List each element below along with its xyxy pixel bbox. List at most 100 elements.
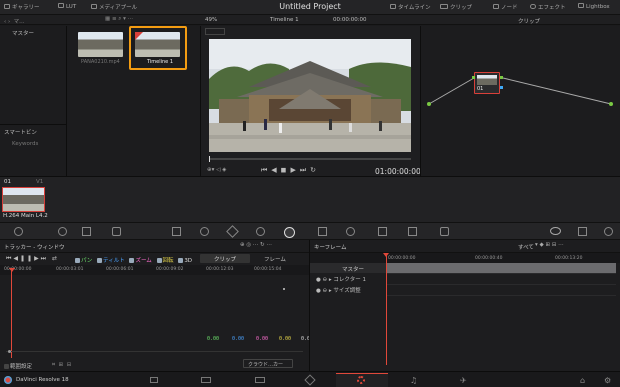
clip-menu[interactable]: クリップ xyxy=(518,17,540,25)
info-icon[interactable] xyxy=(604,227,613,236)
color-wheels-icon[interactable] xyxy=(14,227,23,236)
node-output-port-icon[interactable] xyxy=(500,76,503,79)
window-icon[interactable] xyxy=(256,227,265,236)
magic-mask-icon[interactable] xyxy=(318,227,327,236)
tilt-checkbox[interactable] xyxy=(97,258,103,263)
waveform-icon[interactable] xyxy=(578,227,587,236)
rotate-checkbox[interactable] xyxy=(156,258,162,263)
scopes-eye-icon[interactable] xyxy=(550,227,561,235)
deliver-page-icon[interactable]: ✈ xyxy=(460,376,467,385)
curves-icon[interactable] xyxy=(172,227,181,236)
gallery-button[interactable]: ギャラリー xyxy=(4,3,40,11)
keyframe-playhead[interactable] xyxy=(386,253,387,365)
primaries-icon[interactable] xyxy=(58,227,67,236)
fairlight-page-icon[interactable]: ♫ xyxy=(410,376,417,385)
track-toggles[interactable]: パン ティルト ズーム 回転 3D xyxy=(75,256,192,264)
tracker-icon[interactable] xyxy=(284,227,295,238)
media-page-icon[interactable] xyxy=(150,377,158,383)
keyframe-title: キーフレーム xyxy=(314,245,347,251)
transport-controls[interactable]: ⏮◀◼▶⏭↻ xyxy=(261,166,320,175)
effects-icon xyxy=(530,4,536,9)
scrub-playhead[interactable] xyxy=(209,156,210,162)
keyframe-ruler[interactable]: 00:00:00:00 00:00:00:40 00:00:13:20 xyxy=(310,253,620,263)
nodes-button[interactable]: ノード xyxy=(493,3,518,11)
timeline-corner-icon xyxy=(135,32,143,40)
viewer-options-icon[interactable]: ⊕▾ ◁ ◈ xyxy=(207,167,226,173)
timeline-button[interactable]: タイムライン xyxy=(390,3,431,11)
viewer-panel: ⊕▾ ◁ ◈ ⏮◀◼▶⏭↻ 01:00:00:00 xyxy=(201,26,421,176)
keyframe-track-sizing[interactable]: ● ⊖ ▸ サイズ調整 xyxy=(316,286,361,294)
viewer-timecode: 01:00:00:00 xyxy=(375,167,421,176)
tracker-scroll-handle[interactable] xyxy=(8,350,11,353)
viewer-image xyxy=(209,39,411,152)
keyframe-filter[interactable]: すべて xyxy=(518,243,534,251)
tracker-playhead-marker xyxy=(9,268,15,272)
clip-strip: 01 V1 H.264 Main L4.2 xyxy=(0,177,620,222)
clip-strip-thumbnail[interactable] xyxy=(2,187,45,212)
tracker-ruler[interactable]: 00:00:00:00 00:00:03:01 00:00:06:01 00:0… xyxy=(0,265,309,275)
palette-toolbar xyxy=(0,222,620,240)
cut-page-icon[interactable] xyxy=(201,377,211,383)
tab-clip[interactable]: クリップ xyxy=(200,254,250,263)
3d-icon[interactable] xyxy=(440,227,449,236)
track-buttons[interactable]: ⏮◀❚❚▶⏭ ⇄ xyxy=(6,255,59,263)
rgb-mixer-icon[interactable] xyxy=(112,227,121,236)
media-pool-grid: PANA0210.mp4 Timeline 1 xyxy=(67,26,200,176)
secondary-toolbar: ‹ › マ… ▦ ≡ ⌕ ▾ ⋯ 49% Timeline 1 00:00:00… xyxy=(0,15,620,25)
keyframe-track-corrector[interactable]: ● ⊖ ▸ コレクター 1 xyxy=(316,275,366,283)
resolve-logo xyxy=(4,376,12,384)
interactive-mode[interactable]: 範囲設定 xyxy=(4,362,32,370)
tracker-tool-icons[interactable]: ⌗ ⊞ ⊟ xyxy=(52,362,71,369)
lut-button[interactable]: LUT xyxy=(58,3,76,10)
keyframe-filter-icons[interactable]: ▾ ◆ ⊞ ⊟ ⋯ xyxy=(535,242,564,248)
viewer-mode-icon[interactable] xyxy=(205,28,225,35)
clip-number: 01 xyxy=(4,179,11,185)
bin-path[interactable]: ‹ › マ… xyxy=(4,17,25,25)
node-output-icon[interactable] xyxy=(609,102,613,106)
pool-view-icons[interactable]: ▦ ≡ ⌕ ▾ ⋯ xyxy=(105,16,133,23)
fusion-page-icon[interactable] xyxy=(304,374,316,386)
pan-checkbox[interactable] xyxy=(75,258,80,263)
qualifier-icon[interactable] xyxy=(226,225,239,238)
keywords-bin[interactable]: Keywords xyxy=(12,141,38,147)
settings-gear-icon[interactable]: ⚙ xyxy=(604,376,611,385)
interactive-checkbox[interactable] xyxy=(4,364,9,369)
timeline-selector[interactable]: Timeline 1 xyxy=(270,17,299,23)
key-icon[interactable] xyxy=(378,227,387,236)
track-point xyxy=(283,288,285,290)
clip-thumbnail[interactable] xyxy=(78,32,123,57)
blur-icon[interactable] xyxy=(346,227,355,236)
node-input-icon[interactable] xyxy=(472,76,475,79)
node-corrector[interactable]: 01 xyxy=(474,72,500,94)
sizing-icon[interactable] xyxy=(408,227,417,236)
clips-icon xyxy=(440,4,448,9)
app-name: DaVinci Resolve 18 xyxy=(16,377,69,383)
source-input-icon[interactable] xyxy=(427,102,431,106)
edit-page-icon[interactable] xyxy=(255,377,265,383)
node-key-output-icon[interactable] xyxy=(500,86,503,89)
effects-button[interactable]: エフェクト xyxy=(530,3,566,11)
pan-value: 0.00 xyxy=(207,336,220,342)
tracker-playhead[interactable] xyxy=(11,268,12,358)
lightbox-button[interactable]: Lightbox xyxy=(578,3,610,10)
gallery-icon xyxy=(4,4,10,9)
3d-checkbox[interactable] xyxy=(178,258,184,263)
color-page-icon[interactable] xyxy=(357,376,365,384)
master-folder[interactable]: マスター xyxy=(12,29,34,37)
scrub-bar[interactable] xyxy=(209,158,411,160)
media-pool-button[interactable]: メディアプール xyxy=(91,3,137,11)
tracker-mode-icons[interactable]: ⊕ ◎ ⋯ ↻ ⋯ xyxy=(240,242,272,248)
zoom-level[interactable]: 49% xyxy=(205,17,217,23)
timeline-name: Timeline 1 xyxy=(147,59,174,65)
keyframe-master-lane[interactable] xyxy=(386,263,616,273)
page-navigation-bar: DaVinci Resolve 18 ♫ ✈ ⌂ ⚙ xyxy=(0,371,620,387)
zoom-checkbox[interactable] xyxy=(129,258,135,263)
tab-frame[interactable]: フレーム xyxy=(252,254,302,263)
keyframe-track-master[interactable]: マスター xyxy=(310,263,386,273)
clips-button[interactable]: クリップ xyxy=(440,3,472,11)
cloud-tracker-dropdown[interactable]: クラウド…カー xyxy=(243,359,293,368)
hdr-icon[interactable] xyxy=(82,227,91,236)
project-manager-icon[interactable]: ⌂ xyxy=(580,376,585,385)
rotate-value: 0.00 xyxy=(279,336,292,342)
color-warper-icon[interactable] xyxy=(200,227,209,236)
